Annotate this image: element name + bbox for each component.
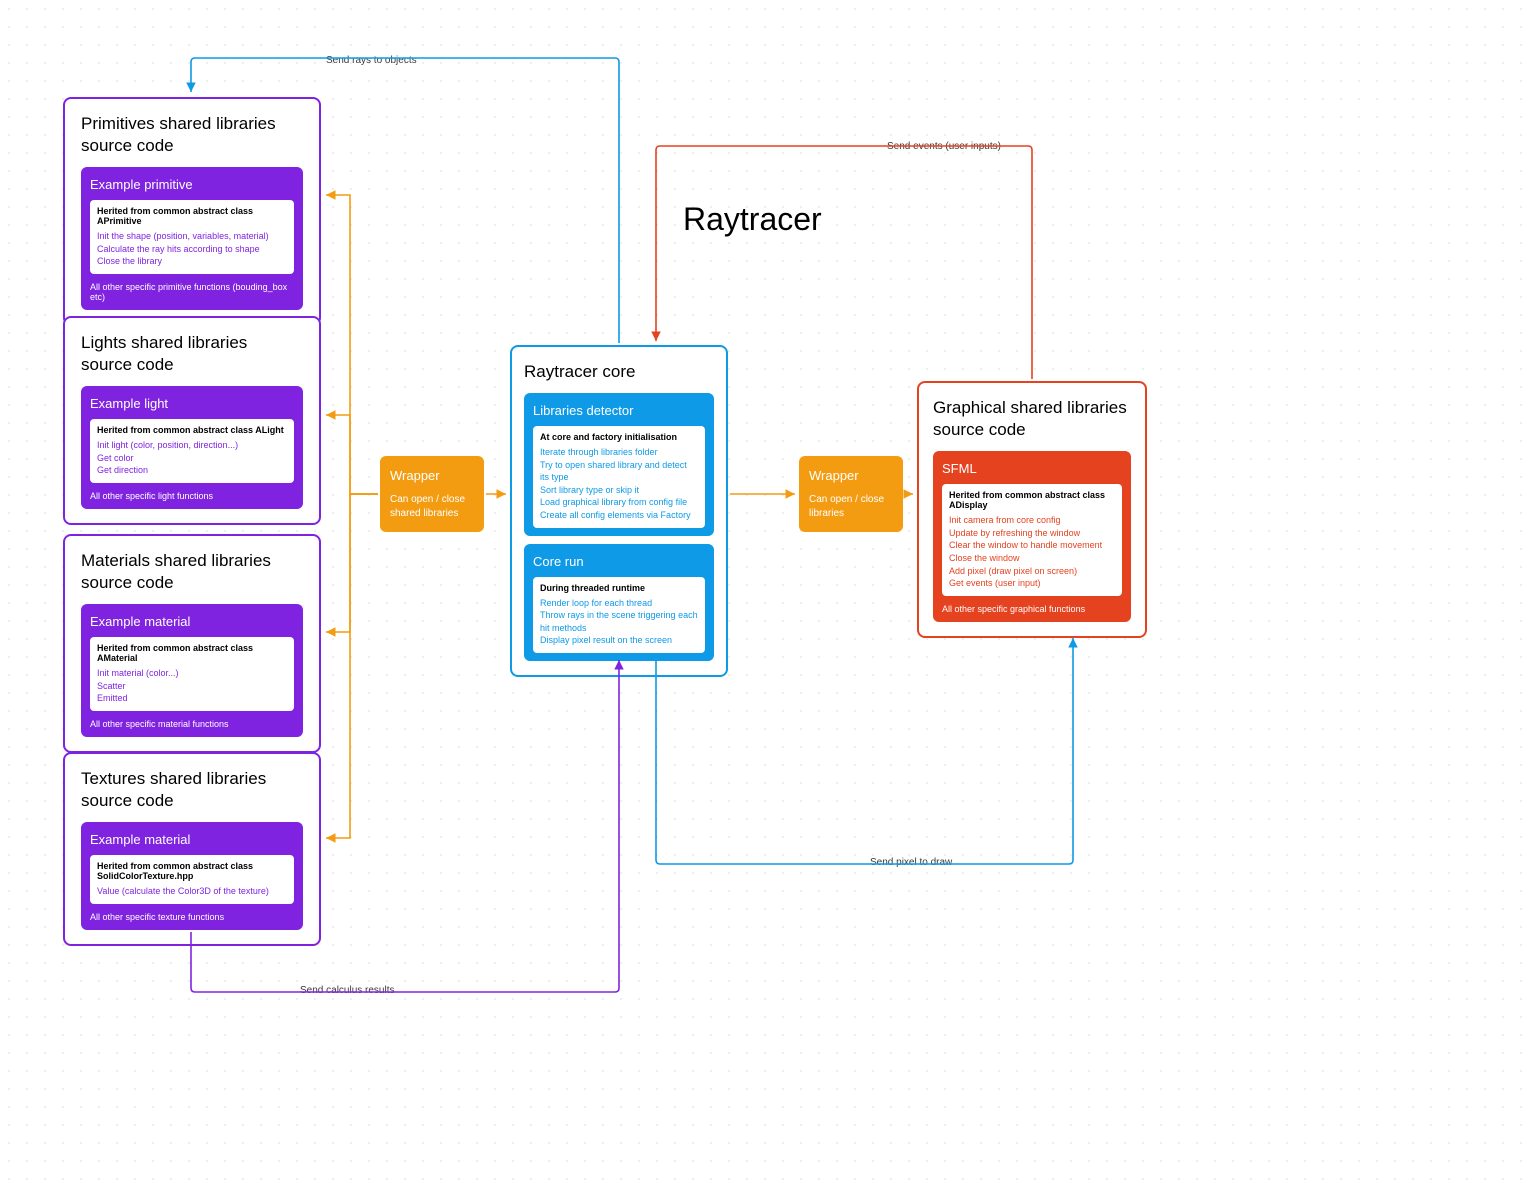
card-body: At core and factory initialisation Itera… <box>533 426 705 528</box>
edge-label-calc: Send calculus results <box>300 985 395 996</box>
card-line: Display pixel result on the screen <box>540 634 698 647</box>
sfml-card: SFML Herited from common abstract class … <box>933 451 1131 622</box>
wrapper-desc: Can open / close libraries <box>809 493 893 520</box>
box-title: Lights shared libraries source code <box>81 332 303 376</box>
example-card: Example primitive Herited from common ab… <box>81 167 303 310</box>
card-line: Update by refreshing the window <box>949 527 1115 540</box>
card-footer: All other specific light functions <box>90 491 294 501</box>
card-title: Libraries detector <box>533 403 705 418</box>
card-line: Init the shape (position, variables, mat… <box>97 230 287 243</box>
box-title: Graphical shared libraries source code <box>933 397 1131 441</box>
card-title: Example light <box>90 396 294 411</box>
textures-box: Textures shared libraries source code Ex… <box>63 752 321 946</box>
card-title: Example primitive <box>90 177 294 192</box>
card-footer: All other specific primitive functions (… <box>90 282 294 302</box>
card-line: Render loop for each thread <box>540 597 698 610</box>
card-line: Throw rays in the scene triggering each … <box>540 609 698 634</box>
core-run-card: Core run During threaded runtime Render … <box>524 544 714 661</box>
card-body: Herited from common abstract class ADisp… <box>942 484 1122 596</box>
card-line: Load graphical library from config file <box>540 496 698 509</box>
box-title: Materials shared libraries source code <box>81 550 303 594</box>
card-title: Core run <box>533 554 705 569</box>
example-card: Example light Herited from common abstra… <box>81 386 303 509</box>
card-line: Init material (color...) <box>97 667 287 680</box>
card-line: Scatter <box>97 680 287 693</box>
card-line: Create all config elements via Factory <box>540 509 698 522</box>
card-line: Iterate through libraries folder <box>540 446 698 459</box>
graphical-box: Graphical shared libraries source code S… <box>917 381 1147 638</box>
wrapper-left: Wrapper Can open / close shared librarie… <box>380 456 484 532</box>
edge-label-events: Send events (user inputs) <box>887 141 1001 152</box>
wrapper-title: Wrapper <box>809 468 893 483</box>
edge-label-pixel: Send pixel to draw <box>870 857 952 868</box>
card-body: Herited from common abstract class Solid… <box>90 855 294 904</box>
box-title: Textures shared libraries source code <box>81 768 303 812</box>
card-title: Example material <box>90 614 294 629</box>
card-footer: All other specific texture functions <box>90 912 294 922</box>
diagram-title: Raytracer <box>683 201 822 238</box>
card-body: Herited from common abstract class ALigh… <box>90 419 294 483</box>
card-header: Herited from common abstract class Solid… <box>97 861 287 881</box>
card-line: Calculate the ray hits according to shap… <box>97 243 287 256</box>
card-footer: All other specific material functions <box>90 719 294 729</box>
card-line: Close the library <box>97 255 287 268</box>
card-body: Herited from common abstract class AMate… <box>90 637 294 711</box>
lights-box: Lights shared libraries source code Exam… <box>63 316 321 525</box>
materials-box: Materials shared libraries source code E… <box>63 534 321 753</box>
card-line: Close the window <box>949 552 1115 565</box>
card-title: SFML <box>942 461 1122 476</box>
card-header: Herited from common abstract class AMate… <box>97 643 287 663</box>
card-line: Init camera from core config <box>949 514 1115 527</box>
box-title: Primitives shared libraries source code <box>81 113 303 157</box>
wrapper-title: Wrapper <box>390 468 474 483</box>
card-footer: All other specific graphical functions <box>942 604 1122 614</box>
card-line: Get direction <box>97 464 287 477</box>
wrapper-right: Wrapper Can open / close libraries <box>799 456 903 532</box>
core-box: Raytracer core Libraries detector At cor… <box>510 345 728 677</box>
card-header: At core and factory initialisation <box>540 432 698 442</box>
card-line: Add pixel (draw pixel on screen) <box>949 565 1115 578</box>
edge-label-rays: Send rays to objects <box>326 55 417 66</box>
wrapper-desc: Can open / close shared libraries <box>390 493 474 520</box>
card-header: During threaded runtime <box>540 583 698 593</box>
card-line: Emitted <box>97 692 287 705</box>
card-line: Init light (color, position, direction..… <box>97 439 287 452</box>
primitives-box: Primitives shared libraries source code … <box>63 97 321 326</box>
card-line: Try to open shared library and detect it… <box>540 459 698 484</box>
card-header: Herited from common abstract class ALigh… <box>97 425 287 435</box>
card-body: During threaded runtime Render loop for … <box>533 577 705 653</box>
card-line: Value (calculate the Color3D of the text… <box>97 885 287 898</box>
box-title: Raytracer core <box>524 361 714 383</box>
libraries-detector-card: Libraries detector At core and factory i… <box>524 393 714 536</box>
card-line: Clear the window to handle movement <box>949 539 1115 552</box>
card-header: Herited from common abstract class APrim… <box>97 206 287 226</box>
card-line: Get events (user input) <box>949 577 1115 590</box>
card-line: Sort library type or skip it <box>540 484 698 497</box>
card-header: Herited from common abstract class ADisp… <box>949 490 1115 510</box>
card-body: Herited from common abstract class APrim… <box>90 200 294 274</box>
card-line: Get color <box>97 452 287 465</box>
card-title: Example material <box>90 832 294 847</box>
example-card: Example material Herited from common abs… <box>81 604 303 737</box>
example-card: Example material Herited from common abs… <box>81 822 303 930</box>
